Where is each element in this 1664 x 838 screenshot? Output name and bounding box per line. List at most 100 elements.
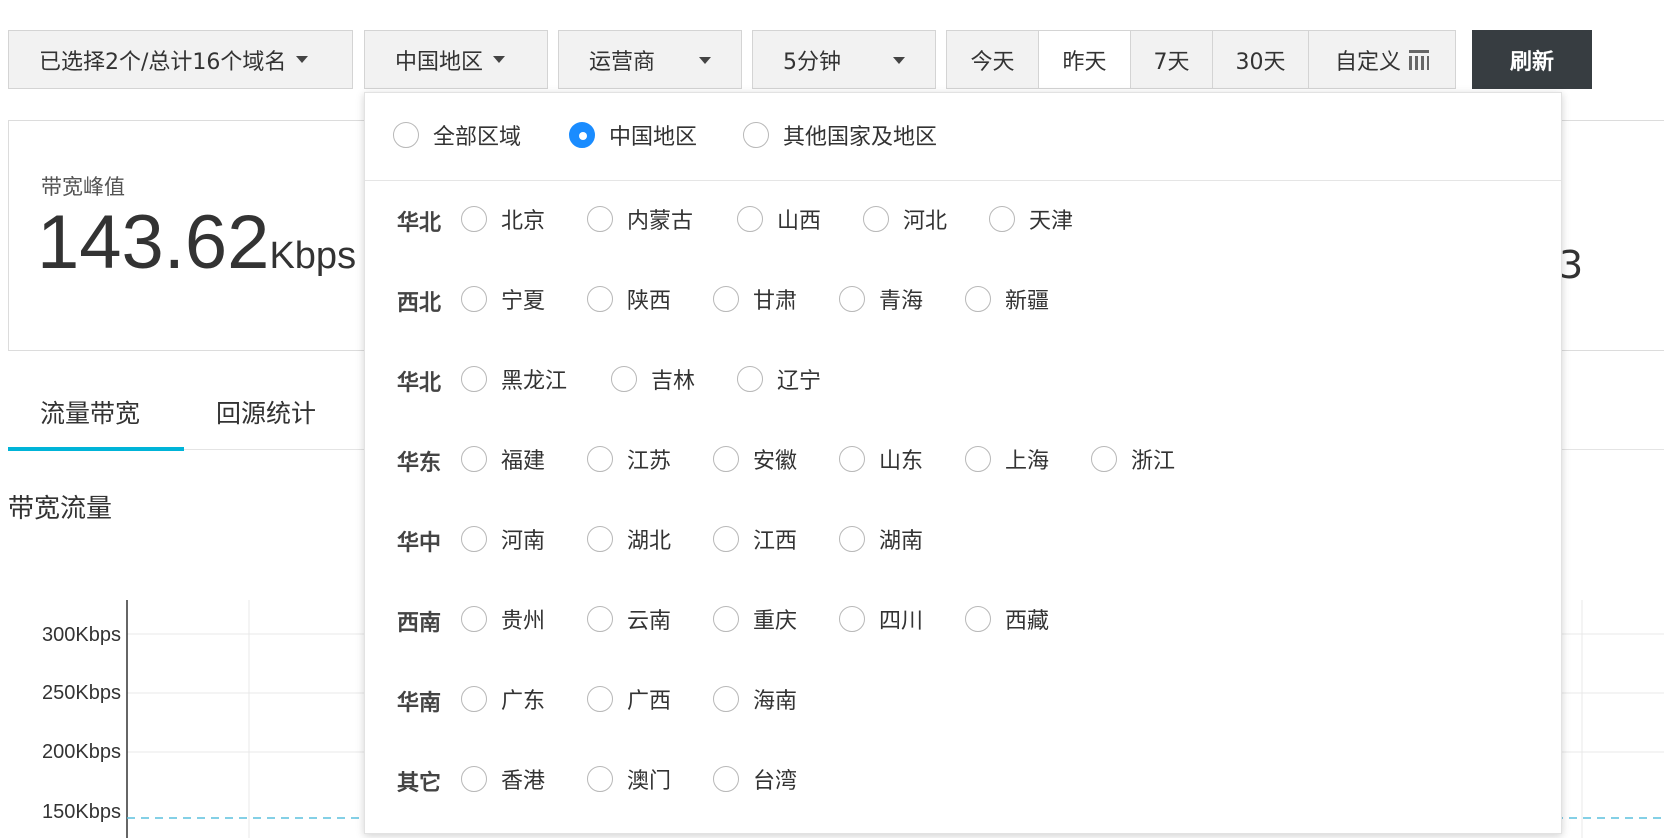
region-option[interactable]: 陕西 <box>587 283 671 315</box>
region-option[interactable]: 贵州 <box>461 603 545 635</box>
region-option-label: 河北 <box>903 209 948 234</box>
date-today-button[interactable]: 今天 <box>947 31 1039 88</box>
radio-icon <box>965 606 991 632</box>
region-option-label: 甘肃 <box>753 289 798 314</box>
radio-icon <box>587 686 613 712</box>
region-option[interactable]: 吉林 <box>611 363 695 395</box>
date-custom-button[interactable]: 自定义 <box>1309 31 1455 88</box>
y-tick-label: 250Kbps <box>42 682 121 704</box>
region-option[interactable]: 甘肃 <box>713 283 797 315</box>
region-option[interactable]: 河北 <box>863 203 947 235</box>
tab-traffic-bandwidth[interactable]: 流量带宽 <box>40 394 140 430</box>
region-option-label: 河南 <box>501 529 546 554</box>
filter-toolbar: 已选择2个/总计16个域名 中国地区 运营商 5分钟 今天 昨天 7天 30天 … <box>0 0 1664 100</box>
region-option-label: 湖南 <box>879 529 924 554</box>
region-option-label: 云南 <box>627 609 672 634</box>
radio-icon <box>587 766 613 792</box>
scope-option-china[interactable]: 中国地区 <box>569 119 697 151</box>
region-option[interactable]: 香港 <box>461 763 545 795</box>
radio-icon <box>713 766 739 792</box>
region-option-label: 西藏 <box>1005 609 1050 634</box>
region-option[interactable]: 澳门 <box>587 763 671 795</box>
radio-icon <box>839 526 865 552</box>
y-tick-label: 200Kbps <box>42 741 121 763</box>
region-option[interactable]: 天津 <box>989 203 1073 235</box>
region-option-label: 陕西 <box>627 289 672 314</box>
date-7days-button[interactable]: 7天 <box>1131 31 1213 88</box>
region-option-label: 江苏 <box>627 449 672 474</box>
region-option-label: 吉林 <box>651 369 696 394</box>
region-option-label: 贵州 <box>501 609 546 634</box>
region-group-row: 西南 贵州 云南 重庆 四川 西藏 <box>365 599 1561 639</box>
region-group-row: 华南 广东 广西 海南 <box>365 679 1561 719</box>
region-option[interactable]: 黑龙江 <box>461 363 567 395</box>
isp-select-button[interactable]: 运营商 <box>558 30 742 89</box>
region-option-label: 辽宁 <box>777 369 822 394</box>
radio-icon <box>393 122 419 148</box>
region-option[interactable]: 台湾 <box>713 763 797 795</box>
caret-down-icon <box>296 56 309 63</box>
radio-icon <box>965 446 991 472</box>
radio-icon <box>965 286 991 312</box>
region-select-button[interactable]: 中国地区 <box>364 30 548 89</box>
scope-option-other-countries[interactable]: 其他国家及地区 <box>743 119 937 151</box>
region-option-label: 山东 <box>879 449 924 474</box>
region-option[interactable]: 江西 <box>713 523 797 555</box>
radio-icon <box>737 366 763 392</box>
region-option[interactable]: 青海 <box>839 283 923 315</box>
region-group-row: 西北 宁夏 陕西 甘肃 青海 新疆 <box>365 279 1561 319</box>
region-option[interactable]: 山东 <box>839 443 923 475</box>
region-option[interactable]: 广西 <box>587 683 671 715</box>
region-group-row: 华北 黑龙江 吉林 辽宁 <box>365 359 1561 399</box>
region-option-label: 内蒙古 <box>627 209 694 234</box>
radio-icon <box>461 206 487 232</box>
granularity-select-button[interactable]: 5分钟 <box>752 30 936 89</box>
region-option[interactable]: 广东 <box>461 683 545 715</box>
radio-icon <box>461 686 487 712</box>
section-title: 带宽流量 <box>8 494 113 524</box>
region-option[interactable]: 海南 <box>713 683 797 715</box>
region-option[interactable]: 江苏 <box>587 443 671 475</box>
region-option-label: 广东 <box>501 689 546 714</box>
region-option[interactable]: 湖南 <box>839 523 923 555</box>
radio-checked-icon <box>569 122 595 148</box>
region-option-label: 青海 <box>879 289 924 314</box>
radio-icon <box>713 286 739 312</box>
radio-icon <box>461 766 487 792</box>
region-option[interactable]: 西藏 <box>965 603 1049 635</box>
region-option[interactable]: 辽宁 <box>737 363 821 395</box>
region-option[interactable]: 安徽 <box>713 443 797 475</box>
region-option[interactable]: 山西 <box>737 203 821 235</box>
region-option[interactable]: 内蒙古 <box>587 203 693 235</box>
region-option[interactable]: 四川 <box>839 603 923 635</box>
region-option[interactable]: 河南 <box>461 523 545 555</box>
date-30days-button[interactable]: 30天 <box>1213 31 1309 88</box>
tab-origin-stats[interactable]: 回源统计 <box>216 394 316 430</box>
region-option[interactable]: 浙江 <box>1091 443 1175 475</box>
radio-icon <box>743 122 769 148</box>
region-option[interactable]: 宁夏 <box>461 283 545 315</box>
y-tick-label: 150Kbps <box>42 801 121 823</box>
domain-select-button[interactable]: 已选择2个/总计16个域名 <box>8 30 353 89</box>
region-option[interactable]: 上海 <box>965 443 1049 475</box>
region-option-label: 四川 <box>879 609 924 634</box>
region-option[interactable]: 福建 <box>461 443 545 475</box>
radio-icon <box>1091 446 1117 472</box>
scope-option-label: 中国地区 <box>609 125 698 150</box>
region-group-label: 华北 <box>397 371 442 396</box>
scope-option-all[interactable]: 全部区域 <box>393 119 521 151</box>
region-option[interactable]: 新疆 <box>965 283 1049 315</box>
region-option-label: 山西 <box>777 209 822 234</box>
date-yesterday-button[interactable]: 昨天 <box>1039 31 1131 88</box>
region-option[interactable]: 湖北 <box>587 523 671 555</box>
region-option[interactable]: 云南 <box>587 603 671 635</box>
y-tick-label: 300Kbps <box>42 624 121 646</box>
refresh-button[interactable]: 刷新 <box>1472 30 1592 89</box>
granularity-select-label: 5分钟 <box>783 49 841 75</box>
stat-number: 143.62 <box>37 200 270 285</box>
region-option[interactable]: 重庆 <box>713 603 797 635</box>
radio-icon <box>461 366 487 392</box>
radio-icon <box>839 286 865 312</box>
region-option[interactable]: 北京 <box>461 203 545 235</box>
date-custom-label: 自定义 <box>1334 49 1401 75</box>
